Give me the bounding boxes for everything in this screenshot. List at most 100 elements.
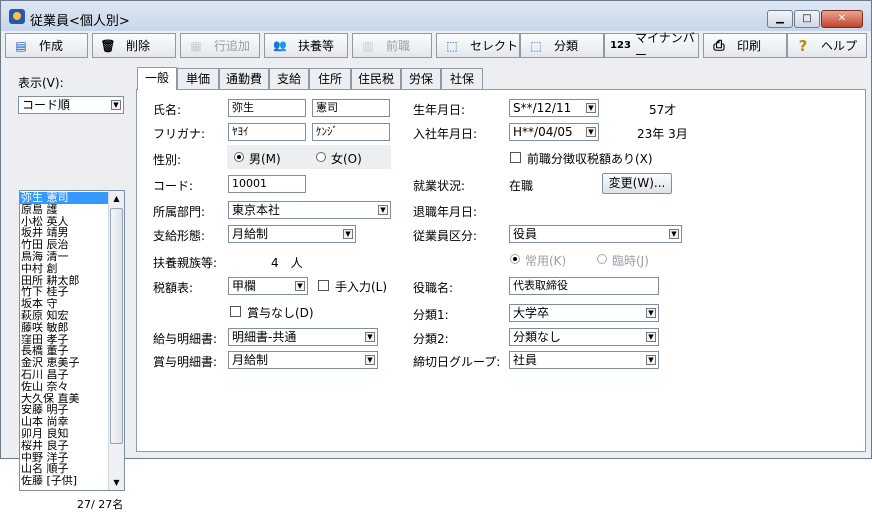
employee-list-item[interactable]: 桜井 良子 [20,440,109,452]
prev-tax-checkbox[interactable] [510,152,521,163]
last-kana-field[interactable]: ﾔﾖｲ [228,123,306,141]
gender-label: 性別: [153,153,182,167]
tab-commute[interactable]: 通勤費 [219,68,269,89]
employee-list-item[interactable]: 小松 英人 [20,216,109,228]
tab-labor-insurance[interactable]: 労保 [401,68,441,89]
bonus-slip-label: 賞与明細書: [153,355,218,369]
employee-list-item[interactable]: 坂本 守 [20,298,109,310]
employee-list-item[interactable]: 鳥海 清一 [20,251,109,263]
pay-type-select[interactable]: 月給制 ▼ [228,225,356,243]
scroll-down-icon[interactable]: ▼ [109,475,124,490]
manual-input-label: 手入力(L) [335,280,388,294]
help-icon: ? [798,36,808,55]
chevron-down-icon: ▼ [646,355,656,365]
birth-date-label: 生年月日: [413,103,466,117]
create-button[interactable]: ▤ 作成 [5,33,88,58]
tab-unit-price[interactable]: 単価 [177,68,219,89]
tab-resident-tax[interactable]: 住民税 [351,68,401,89]
tab-payment[interactable]: 支給 [269,68,309,89]
birth-date-field[interactable]: S**/12/11 ▼ [509,99,599,117]
tab-address[interactable]: 住所 [309,68,351,89]
hire-date-field[interactable]: H**/04/05 ▼ [509,123,599,141]
position-field[interactable]: 代表取締役 [509,277,659,295]
tab-social-insurance[interactable]: 社保 [441,68,483,89]
employee-class-select[interactable]: 役員 ▼ [509,225,682,243]
close-button[interactable]: ✕ [821,10,863,28]
gender-male-radio[interactable] [234,152,244,162]
payslip-select[interactable]: 明細書-共通 ▼ [228,328,378,346]
bonus-slip-select[interactable]: 月給制 ▼ [228,351,378,369]
maximize-button[interactable]: □ [794,10,820,28]
title-bar[interactable]: 従業員<個人別> ▁ □ ✕ [1,1,871,31]
tab-general[interactable]: 一般 [137,67,177,90]
gender-male-label: 男(M) [249,152,281,166]
class2-select[interactable]: 分類なし ▼ [509,328,659,346]
my-number-button[interactable]: 123 マイナンバー [604,31,699,62]
class1-select[interactable]: 大学卒 ▼ [509,304,659,322]
class1-label: 分類1: [413,308,449,322]
employee-window: 従業員<個人別> ▁ □ ✕ ▤ 作成 🗑 削除 ▦ 行追加 👥 扶養等 ▥ 前職 ⬚ セレ… [0,0,872,511]
no-bonus-checkbox[interactable] [230,306,241,317]
list-scrollbar[interactable]: ▲ ▼ [108,191,124,490]
employee-list-item[interactable]: 坂井 靖男 [20,227,109,239]
department-select[interactable]: 東京本社 ▼ [228,201,391,219]
employee-list-item[interactable]: 佐藤 [子供] [20,475,109,487]
employee-list-item[interactable]: 竹下 桂子 [20,286,109,298]
employee-listbox[interactable]: 弥生 憲司 原島 護小松 英人 坂井 靖男 竹田 辰治 鳥海 清一 中村 創田所 耕太郎竹… [19,190,125,491]
employee-class-label: 従業員区分: [413,229,478,243]
employee-list-item[interactable]: 中村 創 [20,263,109,275]
first-name-field[interactable]: 憲司 [312,99,390,117]
closing-group-select[interactable]: 社員 ▼ [509,351,659,369]
employee-list-item[interactable]: 萩原 知宏 [20,310,109,322]
employee-list-item[interactable]: 長橋 董子 [20,345,109,357]
sort-order-select[interactable]: コード順 ▼ [18,96,124,114]
chevron-down-icon: ▼ [111,100,121,110]
gender-female-radio[interactable] [316,152,326,162]
scroll-thumb[interactable] [110,208,123,444]
dependents-button[interactable]: 👥 扶養等 [264,33,348,58]
employee-list-item[interactable]: 安藤 明子 [20,404,109,416]
regular-radio[interactable] [510,254,520,264]
retire-date-label: 退職年月日: [413,205,478,219]
minimize-button[interactable]: ▁ [767,10,793,28]
add-row-button[interactable]: ▦ 行追加 [180,33,260,58]
employee-list-item[interactable]: 山名 順子 [20,463,109,475]
employee-count: 27/ 27名 [77,498,124,511]
chevron-down-icon: ▼ [669,229,679,239]
employee-list-item[interactable]: 石川 昌子 [20,369,109,381]
regular-label: 常用(K) [525,254,567,268]
employee-list-item[interactable]: 中野 洋子 [20,452,109,464]
employee-list-item[interactable]: 竹田 辰治 [20,239,109,251]
temporary-radio[interactable] [597,254,607,264]
employee-list-item[interactable]: 弥生 憲司 [20,192,109,204]
employee-list-item[interactable]: 窪田 孝子 [20,334,109,346]
previous-job-button[interactable]: ▥ 前職 [352,33,432,58]
employee-list-item[interactable]: 金沢 恵美子 [20,357,109,369]
change-status-button[interactable]: 変更(W)... [602,173,672,194]
help-button[interactable]: ? ヘルプ [787,33,867,58]
tax-table-select[interactable]: 甲欄 ▼ [228,277,308,295]
chevron-down-icon: ▼ [343,229,353,239]
first-kana-field[interactable]: ｹﾝｼﾞ [312,123,390,141]
display-label: 表示(V): [18,76,64,90]
code-field[interactable]: 10001 [228,175,306,193]
class2-label: 分類2: [413,332,449,346]
my-number-icon: 123 [610,40,631,51]
employee-list-item[interactable]: 卯月 良知 [20,428,109,440]
prev-tax-label: 前職分徴収税額あり(X) [527,152,653,166]
employee-list-item[interactable]: 大久保 直美 [20,393,109,405]
scroll-up-icon[interactable]: ▲ [109,191,124,206]
chevron-down-icon: ▼ [646,308,656,318]
employee-list-item[interactable]: 佐山 奈々 [20,381,109,393]
employee-list-item[interactable]: 山本 尚幸 [20,416,109,428]
last-name-field[interactable]: 弥生 [228,99,306,117]
manual-input-checkbox[interactable] [318,280,329,291]
chevron-down-icon: ▼ [586,103,596,113]
select-button[interactable]: ⬚ セレクト [436,33,520,58]
delete-button[interactable]: 🗑 削除 [92,33,176,58]
employee-list-item[interactable]: 藤咲 敏郎 [20,322,109,334]
employee-list-item[interactable]: 田所 耕太郎 [20,275,109,287]
print-button[interactable]: ⎙ 印刷 [703,33,787,58]
employee-list-item[interactable]: 原島 護 [20,204,109,216]
category-button[interactable]: ⬚ 分類 [520,33,604,58]
